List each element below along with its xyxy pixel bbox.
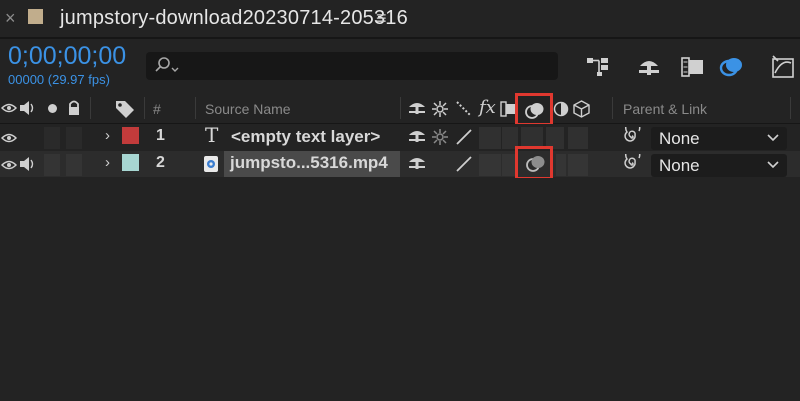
layer-label-color[interactable]	[122, 154, 139, 171]
solo-switch[interactable]	[44, 154, 60, 176]
motion-blur-switch-icon[interactable]	[524, 101, 546, 121]
parent-dropdown[interactable]: None	[651, 127, 787, 150]
parent-dropdown-value: None	[659, 156, 700, 175]
source-name-column-header[interactable]: Source Name	[205, 101, 291, 117]
column-divider	[195, 97, 196, 119]
column-divider	[400, 97, 401, 119]
column-divider	[790, 97, 791, 119]
layer-name[interactable]: <empty text layer>	[231, 127, 380, 147]
lock-icon[interactable]	[67, 99, 81, 117]
divider	[0, 37, 800, 39]
graph-editor-icon[interactable]	[770, 54, 798, 82]
layer-name-field[interactable]: jumpsto...5316.mp4	[224, 151, 400, 177]
frame-blending-icon[interactable]	[680, 54, 706, 80]
video-visibility-icon[interactable]	[1, 132, 17, 144]
label-tag-icon[interactable]	[114, 99, 136, 119]
collapse-transform-switch[interactable]	[431, 128, 449, 146]
parent-link-column-header[interactable]: Parent & Link	[623, 101, 707, 117]
solo-icon[interactable]	[48, 104, 57, 113]
quality-switch[interactable]	[454, 127, 474, 147]
3d-switch[interactable]	[568, 154, 588, 176]
audio-icon[interactable]	[18, 100, 36, 116]
column-divider	[612, 97, 613, 119]
layer-number: 2	[156, 154, 165, 171]
audio-switch-icon[interactable]	[18, 156, 36, 172]
collapse-transform-icon[interactable]	[431, 100, 449, 118]
motion-blur-toggle-icon[interactable]	[718, 54, 746, 80]
pick-whip-icon[interactable]	[622, 154, 642, 174]
layer-row[interactable]: › 1 T <empty text layer> None	[0, 123, 800, 150]
current-time-display[interactable]: 0;00;00;00	[8, 42, 126, 71]
empty-layer-area[interactable]	[0, 178, 800, 401]
motion-blur-column-highlight	[515, 93, 553, 126]
lock-switch[interactable]	[66, 154, 82, 176]
panel-menu-icon[interactable]: ≡	[376, 8, 387, 29]
expand-chevron-icon[interactable]: ›	[105, 127, 110, 144]
shy-switch-icon[interactable]	[407, 100, 427, 117]
expand-chevron-icon[interactable]: ›	[105, 154, 110, 171]
layer-label-color[interactable]	[122, 127, 139, 144]
layer-search-input[interactable]	[146, 52, 558, 80]
shy-switch[interactable]	[407, 155, 427, 172]
frame-blend-switch-icon[interactable]	[500, 100, 516, 118]
number-column-header[interactable]: #	[153, 101, 161, 117]
motion-blur-switch-highlight	[515, 146, 553, 180]
layer-row-selected[interactable]: › 2 jumpsto...5316.mp4 None	[0, 146, 800, 180]
close-icon[interactable]: ×	[5, 8, 16, 29]
chevron-down-icon	[767, 134, 779, 142]
parent-dropdown-value: None	[659, 129, 700, 148]
text-layer-icon: T	[205, 123, 219, 147]
pick-whip-icon[interactable]	[622, 127, 642, 147]
composition-flowchart-icon[interactable]	[585, 54, 611, 80]
frame-count-display: 00000 (29.97 fps)	[8, 72, 110, 87]
column-divider	[90, 97, 91, 119]
layer-column-header: # Source Name fx Parent & Link	[0, 93, 800, 126]
3d-switch[interactable]	[568, 127, 588, 149]
effects-switch-icon[interactable]: fx	[479, 97, 496, 118]
lock-switch[interactable]	[66, 127, 82, 149]
composition-color-swatch	[28, 9, 43, 24]
footage-file-icon	[204, 156, 218, 172]
motion-blur-switch-icon[interactable]	[525, 154, 547, 174]
layer-number: 1	[156, 127, 165, 144]
quality-switch[interactable]	[454, 154, 474, 174]
adjustment-switch[interactable]	[556, 154, 566, 176]
adjustment-layer-icon[interactable]	[553, 101, 569, 117]
composition-title[interactable]: jumpstory-download20230714-205316	[60, 7, 408, 30]
eye-icon[interactable]	[1, 102, 17, 114]
solo-switch[interactable]	[44, 127, 60, 149]
video-visibility-icon[interactable]	[1, 159, 17, 171]
shy-layers-icon[interactable]	[636, 54, 662, 80]
effects-switch[interactable]	[479, 154, 501, 176]
layer-name[interactable]: jumpsto...5316.mp4	[230, 153, 388, 173]
3d-layer-icon[interactable]	[573, 100, 590, 118]
shy-switch[interactable]	[407, 128, 427, 145]
effects-switch[interactable]	[479, 127, 501, 149]
parent-dropdown[interactable]: None	[651, 154, 787, 177]
chevron-down-icon	[767, 161, 779, 169]
column-divider	[144, 97, 145, 119]
search-icon[interactable]	[154, 56, 180, 76]
quality-switch-icon[interactable]	[455, 100, 473, 118]
comp-panel-tab-bar: × jumpstory-download20230714-205316 ≡	[0, 0, 800, 38]
